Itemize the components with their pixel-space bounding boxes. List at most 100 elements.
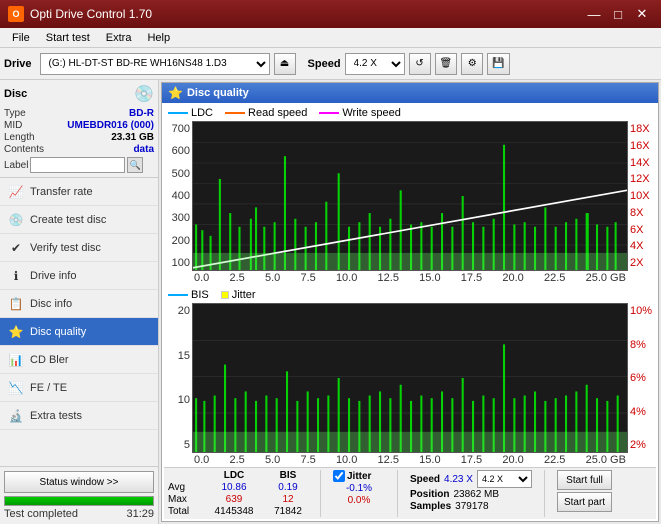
read-color-dot [225, 112, 245, 114]
cd-bler-icon: 📊 [8, 352, 24, 368]
sidebar-item-transfer-rate[interactable]: 📈 Transfer rate [0, 178, 158, 206]
save-button[interactable]: 💾 [487, 53, 509, 75]
speed-col-header: Speed [410, 474, 440, 485]
sidebar-item-create-test-disc[interactable]: 💿 Create test disc [0, 206, 158, 234]
legend-ldc: LDC [168, 107, 213, 119]
chart1-section: LDC Read speed Write speed [164, 105, 656, 285]
chart1-x-axis: 0.0 2.5 5.0 7.5 10.0 12.5 15.0 17.5 20.0… [164, 271, 656, 285]
max-ldc-value: 639 [208, 494, 260, 505]
sidebar-item-fe-te[interactable]: 📉 FE / TE [0, 374, 158, 402]
menu-file[interactable]: File [4, 30, 38, 46]
progress-fill [5, 497, 153, 505]
ldc-color-dot [168, 112, 188, 114]
drive-info-icon: ℹ [8, 268, 24, 284]
type-label: Type [4, 108, 26, 119]
create-test-icon: 💿 [8, 212, 24, 228]
progress-bar [4, 496, 154, 506]
drive-select[interactable]: (G:) HL-DT-ST BD-RE WH16NS48 1.D3 [40, 53, 270, 75]
speed-label: Speed [308, 58, 341, 70]
chart1-legend: LDC Read speed Write speed [164, 105, 656, 121]
speed-select[interactable]: 4.2 X [477, 470, 532, 488]
jitter-color-dot [221, 291, 229, 299]
label-label: Label [4, 160, 28, 171]
minimize-button[interactable]: — [583, 5, 605, 23]
chart-header: ⭐ Disc quality [162, 83, 658, 103]
speed-value: 4.23 X [444, 474, 473, 485]
legend-bis: BIS [168, 289, 209, 301]
chart2-svg [192, 303, 628, 453]
disc-title: Disc [4, 88, 27, 100]
menu-start-test[interactable]: Start test [38, 30, 98, 46]
verify-test-label: Verify test disc [30, 242, 101, 254]
label-input[interactable] [30, 157, 125, 173]
menu-help[interactable]: Help [139, 30, 178, 46]
extra-tests-label: Extra tests [30, 410, 82, 422]
disc-icon: 💿 [134, 84, 154, 104]
maximize-button[interactable]: □ [607, 5, 629, 23]
chart1-svg [192, 121, 628, 271]
verify-test-icon: ✔ [8, 240, 24, 256]
chart-header-icon: ⭐ [168, 86, 183, 100]
sidebar-item-drive-info[interactable]: ℹ Drive info [0, 262, 158, 290]
label-search-button[interactable]: 🔍 [127, 157, 143, 173]
drive-info-label: Drive info [30, 270, 76, 282]
divider3 [544, 470, 545, 517]
bis-legend-label: BIS [191, 289, 209, 301]
chart1-y-labels-right: 18X 16X 14X 12X 10X 8X 6X 4X 2X [628, 121, 656, 271]
erase-button[interactable]: 🗑 [435, 53, 458, 75]
main-layout: Disc 💿 Type BD-R MID UMEBDR016 (000) Len… [0, 80, 661, 524]
mid-value: UMEBDR016 (000) [67, 120, 154, 131]
bis-color-dot [168, 294, 188, 296]
eject-button[interactable]: ⏏ [274, 53, 296, 75]
samples-col-header: Samples [410, 501, 451, 512]
ldc-bis-stats: LDC BIS Avg 10.86 0.19 Max 639 12 [168, 470, 308, 517]
position-col-header: Position [410, 489, 449, 500]
read-legend-label: Read speed [248, 107, 307, 119]
max-row-label: Max [168, 494, 200, 505]
legend-jitter: Jitter [221, 289, 256, 301]
speed-select[interactable]: 4.2 X [345, 53, 405, 75]
settings-button[interactable]: ⚙ [461, 53, 483, 75]
chart2-section: BIS Jitter 20 15 10 [164, 287, 656, 467]
refresh-button[interactable]: ↺ [409, 53, 431, 75]
sidebar-item-cd-bler[interactable]: 📊 CD Bler [0, 346, 158, 374]
app-title: Opti Drive Control 1.70 [30, 7, 152, 21]
nav-items: 📈 Transfer rate 💿 Create test disc ✔ Ver… [0, 178, 158, 466]
total-bis-value: 71842 [268, 506, 308, 517]
sidebar-item-verify-test-disc[interactable]: ✔ Verify test disc [0, 234, 158, 262]
avg-jitter-value: -0.1% [333, 483, 385, 494]
disc-info-label: Disc info [30, 298, 72, 310]
sidebar-item-extra-tests[interactable]: 🔬 Extra tests [0, 402, 158, 430]
status-window-button[interactable]: Status window >> [4, 471, 154, 493]
fe-te-icon: 📉 [8, 380, 24, 396]
menu-extra[interactable]: Extra [98, 30, 140, 46]
sidebar: Disc 💿 Type BD-R MID UMEBDR016 (000) Len… [0, 80, 159, 524]
length-value: 23.31 GB [111, 132, 154, 143]
create-test-label: Create test disc [30, 214, 106, 226]
start-part-button[interactable]: Start part [557, 492, 612, 512]
start-full-button[interactable]: Start full [557, 470, 612, 490]
max-bis-value: 12 [268, 494, 308, 505]
max-jitter-value: 0.0% [333, 495, 385, 506]
sidebar-item-disc-quality[interactable]: ⭐ Disc quality [0, 318, 158, 346]
chart-body: LDC Read speed Write speed [162, 103, 658, 521]
extra-tests-icon: 🔬 [8, 408, 24, 424]
ldc-legend-label: LDC [191, 107, 213, 119]
chart1-y-labels: 700 600 500 400 300 200 100 [164, 121, 192, 271]
sidebar-item-disc-info[interactable]: 📋 Disc info [0, 290, 158, 318]
speed-pos-stats: Speed 4.23 X 4.2 X Position 23862 MB Sam… [410, 470, 532, 517]
chart1-canvas-wrapper: 700 600 500 400 300 200 100 [164, 121, 656, 271]
chart2-y-labels: 20 15 10 5 [164, 303, 192, 453]
close-button[interactable]: ✕ [631, 5, 653, 23]
avg-ldc-value: 10.86 [208, 482, 260, 493]
jitter-col-header: Jitter [347, 471, 371, 482]
disc-info-icon: 📋 [8, 296, 24, 312]
status-area: Status window >> Test completed 31:29 [0, 466, 158, 524]
total-row-label: Total [168, 506, 200, 517]
divider2 [397, 470, 398, 517]
avg-row-label: Avg [168, 482, 200, 493]
jitter-checkbox[interactable] [333, 470, 345, 482]
toolbar: Drive (G:) HL-DT-ST BD-RE WH16NS48 1.D3 … [0, 48, 661, 80]
jitter-legend-label: Jitter [232, 289, 256, 301]
position-value: 23862 MB [453, 489, 499, 500]
